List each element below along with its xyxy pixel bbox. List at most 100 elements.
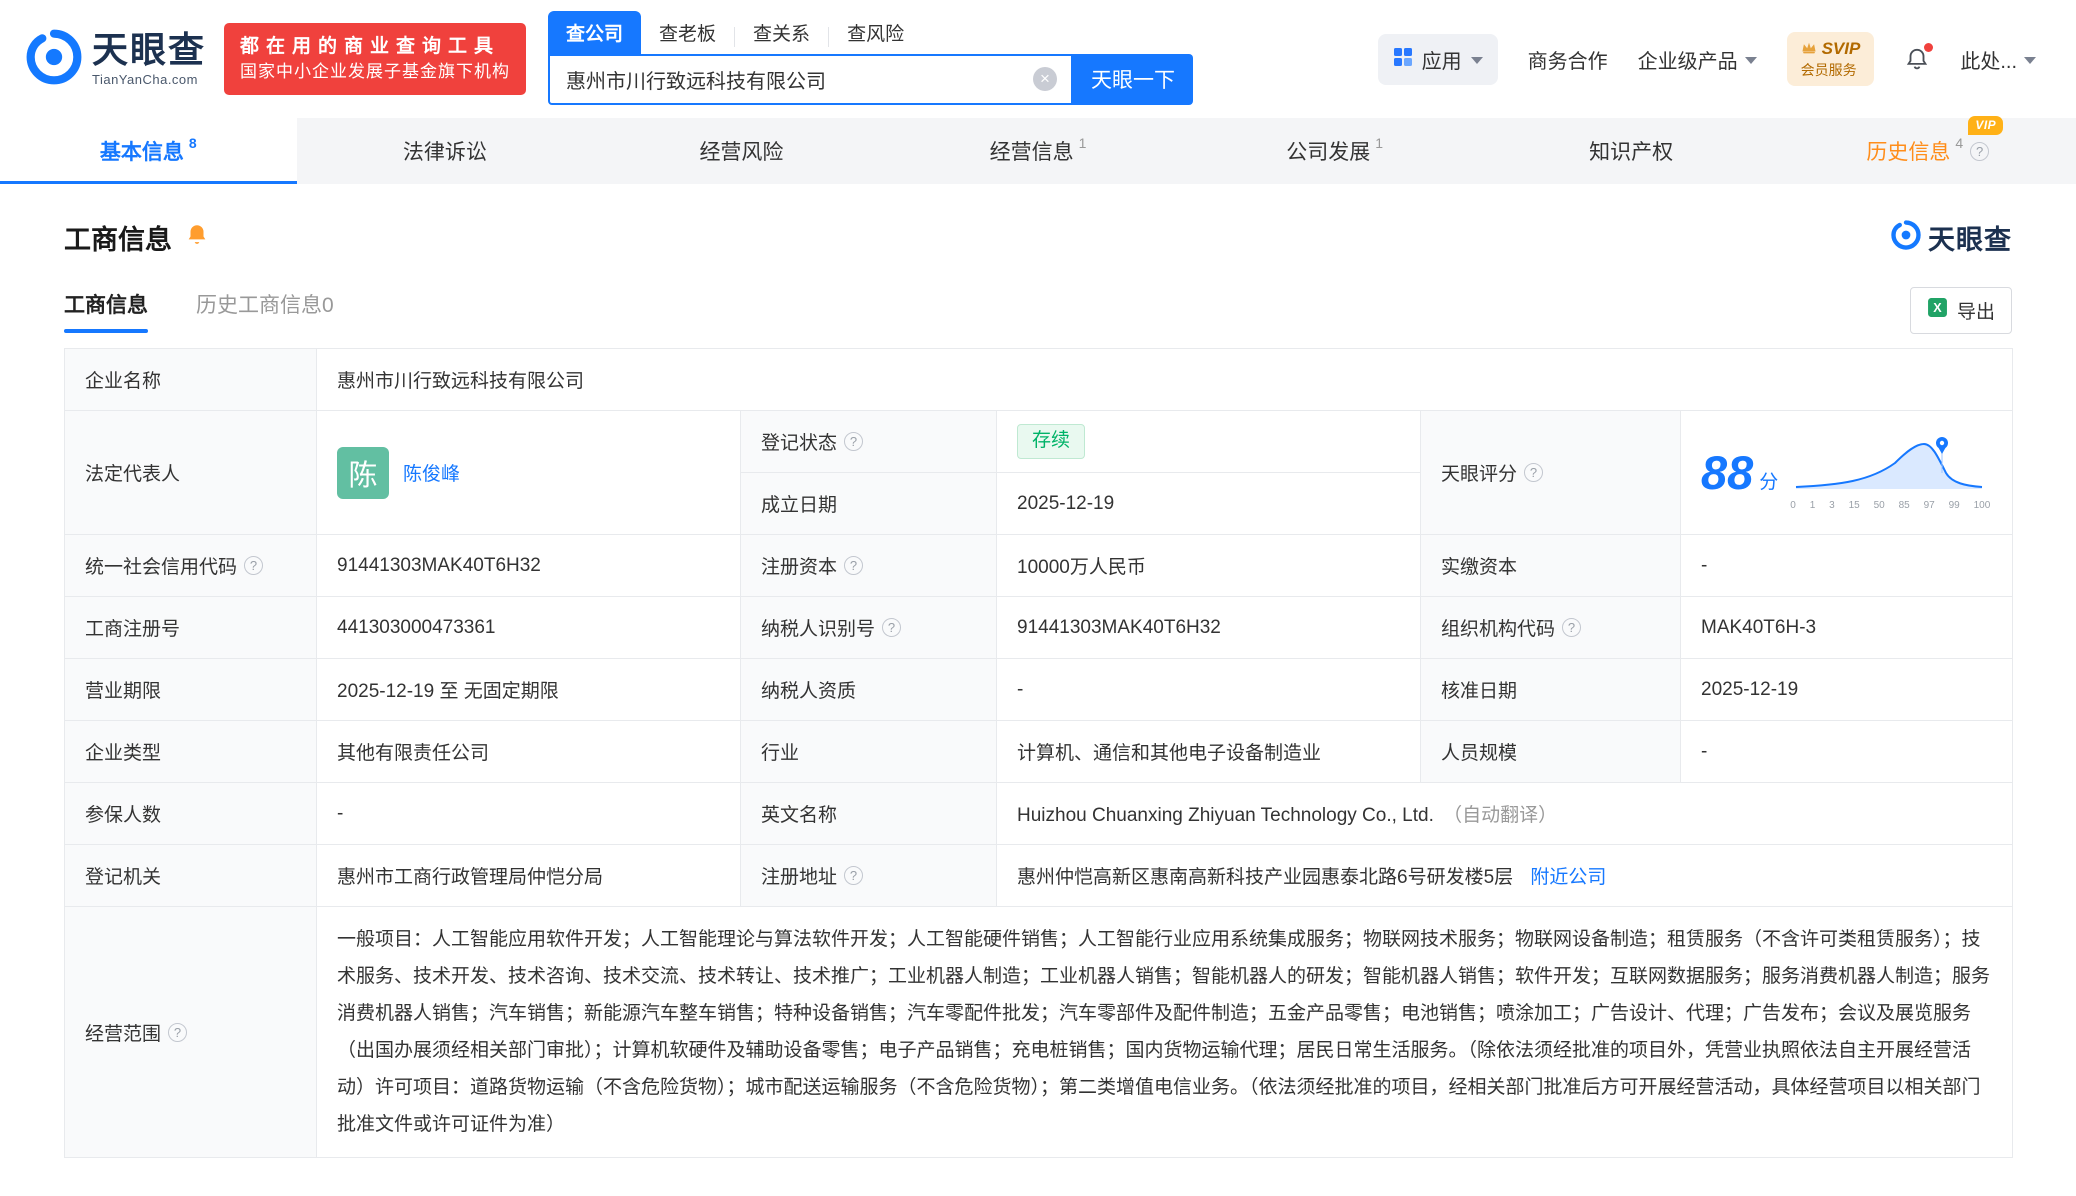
- business-info-section: 工商信息 天眼查 工商信息: [0, 184, 2076, 1158]
- field-value-insured-count: -: [317, 783, 741, 845]
- field-label-taxpayer-quality: 纳税人资质: [741, 659, 997, 721]
- notification-bell-icon[interactable]: [1904, 46, 1930, 72]
- logo-text-cn: 天眼查: [92, 31, 206, 69]
- promo-banner: 都在用的商业查询工具 国家中小企业发展子基金旗下机构: [224, 23, 526, 95]
- field-label-reg-authority: 登记机关: [65, 845, 317, 907]
- tab-operating-info[interactable]: 经营信息 1: [890, 118, 1187, 184]
- clear-search-icon[interactable]: ×: [1033, 67, 1057, 91]
- tab-history-info[interactable]: 历史信息 4 ? VIP: [1779, 118, 2076, 184]
- search-input[interactable]: [566, 68, 1033, 91]
- tab-label: 经营信息: [990, 136, 1074, 166]
- apps-grid-icon: [1393, 47, 1413, 72]
- tab-label: 经营风险: [699, 136, 783, 166]
- tab-basic-info[interactable]: 基本信息 8: [0, 118, 297, 184]
- field-value-reg-capital: 10000万人民币: [997, 535, 1421, 597]
- field-value-score: 88 分 0131550: [1681, 411, 2013, 535]
- search-tab-boss[interactable]: 查老板: [641, 11, 734, 54]
- tab-label: 公司发展: [1286, 136, 1370, 166]
- help-icon[interactable]: ?: [1524, 463, 1543, 482]
- export-label: 导出: [1957, 297, 1995, 324]
- table-row: 法定代表人 陈 陈俊峰 登记状态 ? 存续: [65, 411, 2013, 473]
- field-label-org-code: 组织机构代码 ?: [1421, 597, 1681, 659]
- search-area: 查公司 查老板 查关系 查风险 × 天眼一下: [548, 14, 1193, 105]
- help-icon[interactable]: ?: [844, 432, 863, 451]
- field-value-business-term: 2025-12-19 至 无固定期限: [317, 659, 741, 721]
- field-value-taxpayer-id: 91441303MAK40T6H32: [997, 597, 1421, 659]
- help-icon[interactable]: ?: [844, 866, 863, 885]
- watermark-brand-text: 天眼查: [1928, 218, 2012, 257]
- field-label-company-name: 企业名称: [65, 349, 317, 411]
- field-label-insured-count: 参保人数: [65, 783, 317, 845]
- field-label-staff-size: 人员规模: [1421, 721, 1681, 783]
- table-row: 企业名称 惠州市川行致远科技有限公司: [65, 349, 2013, 411]
- legal-rep-avatar[interactable]: 陈: [337, 447, 389, 499]
- field-label-industry: 行业: [741, 721, 997, 783]
- help-icon[interactable]: ?: [1562, 618, 1581, 637]
- field-label-taxpayer-id: 纳税人识别号 ?: [741, 597, 997, 659]
- field-value-credit-code: 91441303MAK40T6H32: [317, 535, 741, 597]
- logo-text-en: TianYanCha.com: [92, 73, 206, 87]
- apps-menu[interactable]: 应用: [1378, 34, 1498, 85]
- table-row: 营业期限 2025-12-19 至 无固定期限 纳税人资质 - 核准日期 202…: [65, 659, 2013, 721]
- tab-count: 1: [1079, 135, 1087, 151]
- search-tab-relation[interactable]: 查关系: [735, 11, 828, 54]
- table-row: 参保人数 - 英文名称 Huizhou Chuanxing Zhiyuan Te…: [65, 783, 2013, 845]
- field-value-company-type: 其他有限责任公司: [317, 721, 741, 783]
- search-button[interactable]: 天眼一下: [1073, 54, 1193, 105]
- watermark-brand: 天眼查: [1891, 218, 2012, 257]
- field-value-org-code: MAK40T6H-3: [1681, 597, 2013, 659]
- field-value-paid-capital: -: [1681, 535, 2013, 597]
- top-header: 天眼查 TianYanCha.com 都在用的商业查询工具 国家中小企业发展子基…: [0, 0, 2076, 118]
- tab-count: 1: [1375, 135, 1383, 151]
- export-button[interactable]: X 导出: [1910, 287, 2012, 334]
- enterprise-products-menu[interactable]: 企业级产品: [1638, 45, 1757, 74]
- tianyancha-logo-icon: [26, 29, 82, 90]
- tianyancha-company-page: 天眼查 TianYanCha.com 都在用的商业查询工具 国家中小企业发展子基…: [0, 0, 2076, 1196]
- field-label-english-name: 英文名称: [741, 783, 997, 845]
- tab-company-development[interactable]: 公司发展 1: [1186, 118, 1483, 184]
- tianyancha-logo-icon: [1891, 220, 1921, 255]
- tab-intellectual-property[interactable]: 知识产权: [1483, 118, 1780, 184]
- subtab-history-business-info[interactable]: 历史工商信息0: [196, 289, 334, 333]
- field-label-score: 天眼评分 ?: [1421, 411, 1681, 535]
- search-tab-company[interactable]: 查公司: [548, 11, 641, 54]
- field-value-english-name: Huizhou Chuanxing Zhiyuan Technology Co.…: [997, 783, 2013, 845]
- excel-icon: X: [1927, 297, 1948, 324]
- subscribe-bell-icon[interactable]: [184, 222, 210, 253]
- score-distribution-chart: 0131550859799100: [1790, 435, 1990, 511]
- help-icon[interactable]: ?: [844, 556, 863, 575]
- score-axis-labels: 0131550859799100: [1790, 500, 1990, 511]
- field-value-reg-number: 441303000473361: [317, 597, 741, 659]
- field-value-company-name: 惠州市川行致远科技有限公司: [317, 349, 2013, 411]
- field-value-establish-date: 2025-12-19: [997, 473, 1421, 535]
- svip-member-button[interactable]: SVIP 会员服务: [1787, 32, 1875, 85]
- tab-operating-risk[interactable]: 经营风险: [593, 118, 890, 184]
- table-row: 工商注册号 441303000473361 纳税人识别号 ? 91441303M…: [65, 597, 2013, 659]
- subtab-business-info[interactable]: 工商信息: [64, 289, 148, 333]
- tianyancha-logo[interactable]: 天眼查 TianYanCha.com: [26, 29, 206, 90]
- field-value-reg-status: 存续: [997, 411, 1421, 473]
- field-label-reg-capital: 注册资本 ?: [741, 535, 997, 597]
- enterprise-products-label: 企业级产品: [1638, 45, 1738, 74]
- search-tab-risk[interactable]: 查风险: [829, 11, 922, 54]
- table-row: 经营范围 ? 一般项目：人工智能应用软件开发；人工智能理论与算法软件开发；人工智…: [65, 907, 2013, 1158]
- apps-label: 应用: [1422, 45, 1462, 74]
- svip-label: SVIP: [1822, 39, 1861, 59]
- search-tabs: 查公司 查老板 查关系 查风险: [548, 14, 1193, 54]
- help-icon[interactable]: ?: [1970, 142, 1989, 161]
- tab-legal-proceedings[interactable]: 法律诉讼: [297, 118, 594, 184]
- field-label-establish-date: 成立日期: [741, 473, 997, 535]
- nearby-companies-link[interactable]: 附近公司: [1530, 867, 1606, 888]
- business-cooperation-link[interactable]: 商务合作: [1528, 45, 1608, 74]
- user-menu[interactable]: 此处...: [1960, 45, 2036, 74]
- help-icon[interactable]: ?: [168, 1023, 187, 1042]
- chevron-down-icon: [1745, 57, 1757, 64]
- legal-rep-name-link[interactable]: 陈俊峰: [403, 459, 460, 486]
- help-icon[interactable]: ?: [244, 556, 263, 575]
- help-icon[interactable]: ?: [882, 618, 901, 637]
- svg-text:X: X: [1933, 301, 1942, 315]
- promo-line1: 都在用的商业查询工具: [240, 33, 510, 61]
- field-value-approval-date: 2025-12-19: [1681, 659, 2013, 721]
- field-label-company-type: 企业类型: [65, 721, 317, 783]
- user-name: 此处...: [1960, 45, 2017, 74]
